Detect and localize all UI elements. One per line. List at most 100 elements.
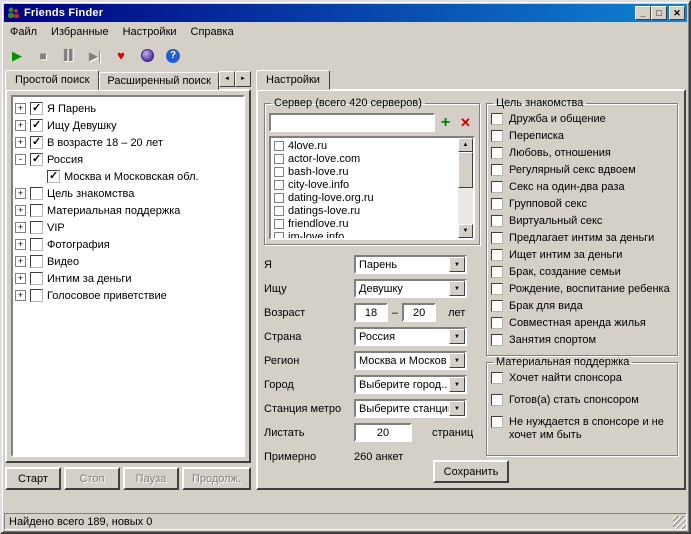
close-button[interactable]: ✕: [669, 6, 685, 20]
server-list-item[interactable]: city-love.info: [272, 178, 458, 191]
chevron-down-icon[interactable]: ▼: [449, 401, 465, 416]
menu-item[interactable]: Избранные: [44, 23, 116, 41]
metro-dropdown[interactable]: Выберите станцию ▼: [354, 399, 467, 418]
tree-checkbox[interactable]: [30, 272, 43, 285]
goal-checkbox[interactable]: [491, 215, 503, 227]
tree-checkbox[interactable]: [30, 119, 43, 132]
chevron-down-icon[interactable]: ▼: [449, 281, 465, 296]
support-checkbox[interactable]: [491, 372, 503, 384]
resize-grip[interactable]: [673, 516, 686, 529]
goal-checkbox[interactable]: [491, 266, 503, 278]
server-list-scrollbar[interactable]: ▲ ▼: [458, 138, 473, 238]
tree-item[interactable]: + В возрасте 18 – 20 лет: [15, 134, 241, 151]
region-dropdown[interactable]: Москва и Москов ▼: [354, 351, 467, 370]
chevron-down-icon[interactable]: ▼: [449, 329, 465, 344]
help-button[interactable]: ?: [161, 45, 185, 67]
i-am-dropdown[interactable]: Парень ▼: [354, 255, 467, 274]
expand-toggle-icon[interactable]: +: [15, 256, 26, 267]
goal-checkbox[interactable]: [491, 334, 503, 346]
support-checkbox[interactable]: [491, 416, 503, 428]
expand-toggle-icon[interactable]: +: [15, 103, 26, 114]
tree-checkbox[interactable]: [30, 204, 43, 217]
goal-option[interactable]: Переписка: [491, 130, 673, 143]
server-list-item[interactable]: im-love.info: [272, 230, 458, 238]
tree-checkbox[interactable]: [47, 170, 60, 183]
age-from-input[interactable]: [354, 303, 388, 322]
tree-checkbox[interactable]: [30, 255, 43, 268]
server-list-item[interactable]: 4love.ru: [272, 139, 458, 152]
tree-item[interactable]: Москва и Московская обл.: [15, 168, 241, 185]
server-list-item[interactable]: actor-love.com: [272, 152, 458, 165]
tab-advanced-search[interactable]: Расширенный поиск: [99, 72, 219, 90]
server-checkbox[interactable]: [274, 167, 284, 177]
search-control-button[interactable]: Пауза: [123, 467, 179, 490]
goal-option[interactable]: Брак, создание семьи: [491, 266, 673, 279]
pages-input[interactable]: [354, 423, 412, 442]
support-option[interactable]: Не нуждается в спонсоре и не хочет им бы…: [491, 416, 673, 442]
goal-option[interactable]: Занятия спортом: [491, 334, 673, 347]
scrollbar-track[interactable]: [458, 188, 473, 224]
goal-option[interactable]: Регулярный секс вдвоем: [491, 164, 673, 177]
scroll-up-icon[interactable]: ▲: [458, 138, 473, 152]
expand-toggle-icon[interactable]: +: [15, 205, 26, 216]
country-dropdown[interactable]: Россия ▼: [354, 327, 467, 346]
site-button[interactable]: [135, 45, 159, 67]
favorites-button[interactable]: ♥: [109, 45, 133, 67]
server-checkbox[interactable]: [274, 154, 284, 164]
goal-checkbox[interactable]: [491, 130, 503, 142]
scrollbar-thumb[interactable]: [458, 152, 473, 188]
goal-checkbox[interactable]: [491, 300, 503, 312]
goal-checkbox[interactable]: [491, 317, 503, 329]
tree-item[interactable]: + Видео: [15, 253, 241, 270]
support-option[interactable]: Хочет найти спонсора: [491, 372, 673, 385]
resume-button[interactable]: ▶|: [83, 45, 107, 67]
tab-settings[interactable]: Настройки: [256, 70, 330, 90]
goal-option[interactable]: Любовь, отношения: [491, 147, 673, 160]
tree-item[interactable]: + Голосовое приветствие: [15, 287, 241, 304]
pause-button[interactable]: ▌▌: [57, 45, 81, 67]
tree-item[interactable]: + Фотография: [15, 236, 241, 253]
scroll-down-icon[interactable]: ▼: [458, 224, 473, 238]
expand-toggle-icon[interactable]: +: [15, 188, 26, 199]
chevron-down-icon[interactable]: ▼: [449, 353, 465, 368]
goal-checkbox[interactable]: [491, 181, 503, 193]
server-input[interactable]: [269, 113, 435, 132]
search-control-button[interactable]: Стоп: [64, 467, 120, 490]
goal-checkbox[interactable]: [491, 113, 503, 125]
tree-checkbox[interactable]: [30, 289, 43, 302]
search-control-button[interactable]: Старт: [5, 467, 61, 490]
tree-item[interactable]: + Материальная поддержка: [15, 202, 241, 219]
support-checkbox[interactable]: [491, 394, 503, 406]
tree-item[interactable]: + Ищу Девушку: [15, 117, 241, 134]
server-checkbox[interactable]: [274, 180, 284, 190]
tree-item[interactable]: - Россия: [15, 151, 241, 168]
goal-checkbox[interactable]: [491, 147, 503, 159]
goal-option[interactable]: Совместная аренда жилья: [491, 317, 673, 330]
city-dropdown[interactable]: Выберите город.. ▼: [354, 375, 467, 394]
server-checkbox[interactable]: [274, 219, 284, 229]
server-checkbox[interactable]: [274, 141, 284, 151]
expand-toggle-icon[interactable]: +: [15, 137, 26, 148]
age-to-input[interactable]: [402, 303, 436, 322]
tree-checkbox[interactable]: [30, 102, 43, 115]
tab-scroll-left-button[interactable]: ◄: [219, 71, 235, 87]
server-list-item[interactable]: dating-love.org.ru: [272, 191, 458, 204]
expand-toggle-icon[interactable]: +: [15, 290, 26, 301]
goal-option[interactable]: Рождение, воспитание ребенка: [491, 283, 673, 296]
expand-toggle-icon[interactable]: +: [15, 222, 26, 233]
goal-option[interactable]: Брак для вида: [491, 300, 673, 313]
expand-toggle-icon[interactable]: -: [15, 154, 26, 165]
goal-option[interactable]: Секс на один-два раза: [491, 181, 673, 194]
server-list-item[interactable]: datings-love.ru: [272, 204, 458, 217]
server-list-item[interactable]: bash-love.ru: [272, 165, 458, 178]
tree-checkbox[interactable]: [30, 187, 43, 200]
search-control-button[interactable]: Продолж.: [182, 467, 251, 490]
maximize-button[interactable]: □: [651, 6, 667, 20]
save-button[interactable]: Сохранить: [433, 460, 509, 483]
menu-item[interactable]: Справка: [184, 23, 241, 41]
tree-checkbox[interactable]: [30, 238, 43, 251]
goal-option[interactable]: Предлагает интим за деньги: [491, 232, 673, 245]
seeking-dropdown[interactable]: Девушку ▼: [354, 279, 467, 298]
expand-toggle-icon[interactable]: +: [15, 120, 26, 131]
goal-option[interactable]: Виртуальный секс: [491, 215, 673, 228]
